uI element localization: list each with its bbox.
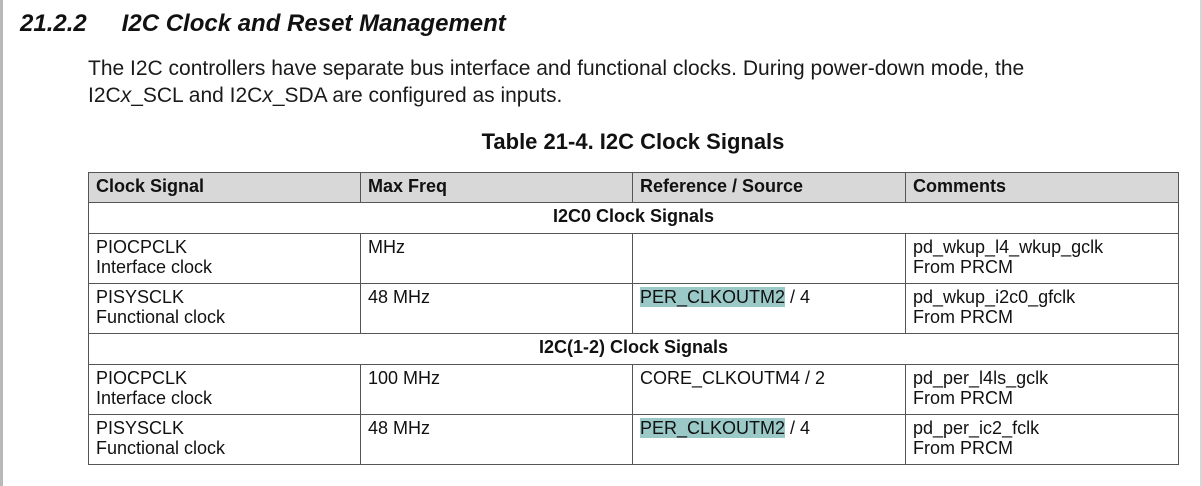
reference-source-cell: PER_CLKOUTM2 / 4: [632, 414, 906, 465]
clock-signal-cell: PISYSCLK Functional clock: [88, 283, 361, 334]
section-number: 21.2.2: [20, 10, 87, 37]
header-max-freq: Max Freq: [360, 172, 633, 203]
max-freq-cell: 48 MHz: [360, 414, 633, 465]
comments-cell: pd_wkup_l4_wkup_gclk From PRCM: [905, 233, 1179, 284]
table-header-row: Clock Signal Max Freq Reference / Source…: [88, 172, 1179, 203]
signal-description: Interface clock: [96, 388, 213, 408]
reference-source-text: CORE_CLKOUTM4 / 2: [640, 368, 826, 388]
comment-origin: From PRCM: [913, 438, 1013, 458]
comments-cell: pd_per_l4ls_gclk From PRCM: [905, 364, 1179, 415]
clock-signal-cell: PISYSCLK Functional clock: [88, 414, 361, 465]
comment-domain: pd_wkup_i2c0_gfclk: [913, 287, 1076, 307]
paragraph-text-fragment: I2C: [88, 84, 121, 107]
max-freq-cell: 100 MHz: [360, 364, 633, 415]
max-freq-cell: 48 MHz: [360, 283, 633, 334]
per-clkoutm2-link[interactable]: PER_CLKOUTM2: [640, 287, 786, 307]
paragraph-text-fragment: _SDA are configured as inputs.: [272, 84, 563, 107]
reference-source-cell: [632, 233, 906, 284]
header-comments: Comments: [905, 172, 1179, 203]
signal-name: PISYSCLK: [96, 418, 185, 438]
section-paragraph: The I2C controllers have separate bus in…: [88, 55, 1178, 109]
group-label-i2c0: I2C0 Clock Signals: [88, 202, 1179, 234]
table-row: PISYSCLK Functional clock 48 MHz PER_CLK…: [88, 283, 1179, 334]
paragraph-variable: x: [120, 84, 132, 107]
per-clkoutm2-link[interactable]: PER_CLKOUTM2: [640, 418, 786, 438]
table-row: PIOCPCLK Interface clock MHz pd_wkup_l4_…: [88, 233, 1179, 284]
comment-origin: From PRCM: [913, 388, 1013, 408]
header-clock-signal: Clock Signal: [88, 172, 361, 203]
comments-cell: pd_per_ic2_fclk From PRCM: [905, 414, 1179, 465]
comment-domain: pd_per_l4ls_gclk: [913, 368, 1049, 388]
reference-source-text: / 4: [785, 287, 811, 307]
paragraph-variable: x: [262, 84, 273, 107]
signal-name: PIOCPCLK: [96, 237, 188, 257]
clock-signals-table: Clock Signal Max Freq Reference / Source…: [88, 172, 1179, 465]
group-label-i2c1-2: I2C(1-2) Clock Signals: [88, 333, 1179, 365]
comment-domain: pd_wkup_l4_wkup_gclk: [913, 237, 1104, 257]
section-heading: 21.2.2 I2C Clock and Reset Management: [20, 10, 506, 38]
comments-cell: pd_wkup_i2c0_gfclk From PRCM: [905, 283, 1179, 334]
header-reference-source: Reference / Source: [632, 172, 906, 203]
signal-description: Functional clock: [96, 438, 226, 458]
reference-source-cell: CORE_CLKOUTM4 / 2: [632, 364, 906, 415]
reference-source-text: / 4: [785, 418, 811, 438]
comment-origin: From PRCM: [913, 307, 1013, 327]
signal-description: Interface clock: [96, 257, 213, 277]
max-freq-cell: MHz: [360, 233, 633, 284]
table-row: PIOCPCLK Interface clock 100 MHz CORE_CL…: [88, 364, 1179, 415]
comment-domain: pd_per_ic2_fclk: [913, 418, 1040, 438]
group-row: I2C(1-2) Clock Signals: [88, 333, 1179, 365]
table-row: PISYSCLK Functional clock 48 MHz PER_CLK…: [88, 414, 1179, 465]
paragraph-line-2: I2Cx_SCL and I2Cx_SDA are configured as …: [88, 84, 562, 107]
comment-origin: From PRCM: [913, 257, 1013, 277]
group-row: I2C0 Clock Signals: [88, 202, 1179, 234]
reference-source-cell: PER_CLKOUTM2 / 4: [632, 283, 906, 334]
paragraph-line-1: The I2C controllers have separate bus in…: [88, 57, 1025, 80]
paragraph-text-fragment: _SCL and I2C: [131, 84, 263, 107]
left-page-rule: [0, 0, 3, 486]
signal-name: PIOCPCLK: [96, 368, 188, 388]
signal-name: PISYSCLK: [96, 287, 185, 307]
section-title: I2C Clock and Reset Management: [121, 10, 506, 37]
signal-description: Functional clock: [96, 307, 226, 327]
table-title: Table 21-4. I2C Clock Signals: [481, 129, 785, 154]
clock-signal-cell: PIOCPCLK Interface clock: [88, 233, 361, 284]
clock-signal-cell: PIOCPCLK Interface clock: [88, 364, 361, 415]
